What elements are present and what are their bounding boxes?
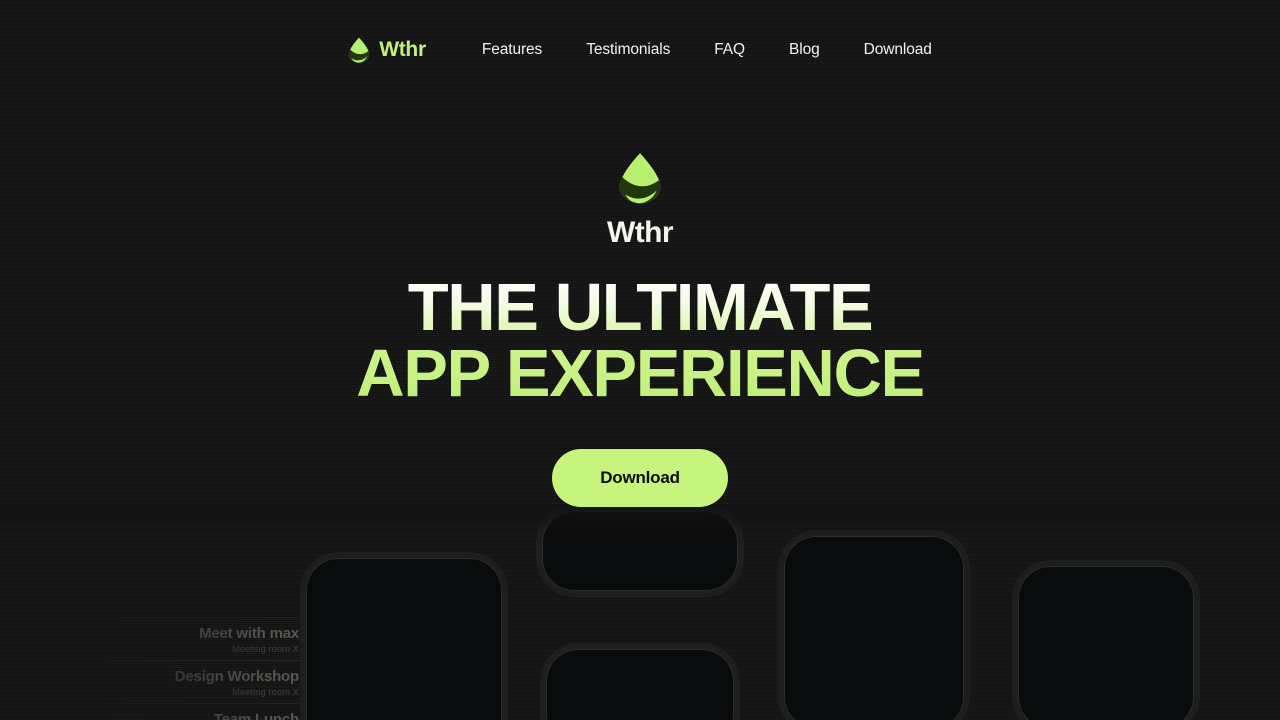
phone-bezel	[300, 552, 508, 720]
headline-line-2: APP EXPERIENCE	[0, 340, 1280, 407]
schedule-card: Meet with max Meeting room X Design Work…	[94, 617, 315, 720]
phone-mockup-center-bottom: 13:41 paris, france	[540, 643, 740, 720]
phone-bezel	[778, 530, 970, 720]
nav-item-testimonials[interactable]: Testimonials	[586, 41, 670, 59]
schedule-subtitle: Meeting room X	[231, 687, 299, 698]
device-mockup-stage: Meet with max Meeting room X Design Work…	[0, 505, 1280, 720]
list-item: Meet with max Meeting room X	[100, 617, 299, 660]
headline-line-1: THE ULTIMATE	[0, 274, 1280, 341]
droplet-leaf-icon	[348, 37, 370, 63]
main-navigation: Wthr Features Testimonials FAQ Blog Down…	[0, 0, 1280, 100]
page-title: THE ULTIMATE APP EXPERIENCE	[0, 274, 1280, 407]
schedule-title: Meet with max	[199, 625, 299, 642]
phone-bezel	[536, 505, 744, 597]
phone-mockup-left: Good morning 4° Your calm sleep made you…	[300, 552, 508, 720]
brand-logo[interactable]: Wthr	[348, 37, 426, 63]
nav-inner: Wthr Features Testimonials FAQ Blog Down…	[348, 37, 932, 63]
avatar-group	[94, 714, 140, 720]
brand-name: Wthr	[379, 38, 426, 61]
nav-item-download[interactable]: Download	[864, 41, 932, 59]
schedule-title: Design Workshop	[174, 668, 299, 685]
droplet-leaf-icon	[618, 152, 662, 204]
nav-item-faq[interactable]: FAQ	[714, 41, 745, 59]
hero-wordmark: Wthr	[607, 216, 674, 249]
list-item: Design Workshop Meeting room X	[100, 660, 299, 703]
phone-mockup-far-right: wednesday snowy thursday cloudy friday s…	[1012, 560, 1200, 720]
phone-mockup-right: helsinki, finland it's cold for next 7 d…	[778, 530, 970, 720]
avatar	[111, 714, 123, 720]
phone-mockup-center-top: thursday -3° saturday snowy -6°	[536, 505, 744, 597]
avatar	[128, 714, 140, 720]
schedule-subtitle: Meeting room X	[231, 644, 299, 655]
nav-item-features[interactable]: Features	[482, 41, 542, 59]
download-button[interactable]: Download	[552, 449, 728, 508]
avatar	[94, 714, 106, 720]
phone-bezel	[540, 643, 740, 720]
phone-bezel	[1012, 560, 1200, 720]
cta-wrapper: Download	[0, 449, 1280, 508]
hero-logo: Wthr	[0, 152, 1280, 250]
landing-page: Wthr Features Testimonials FAQ Blog Down…	[0, 0, 1280, 720]
nav-item-blog[interactable]: Blog	[789, 41, 820, 59]
